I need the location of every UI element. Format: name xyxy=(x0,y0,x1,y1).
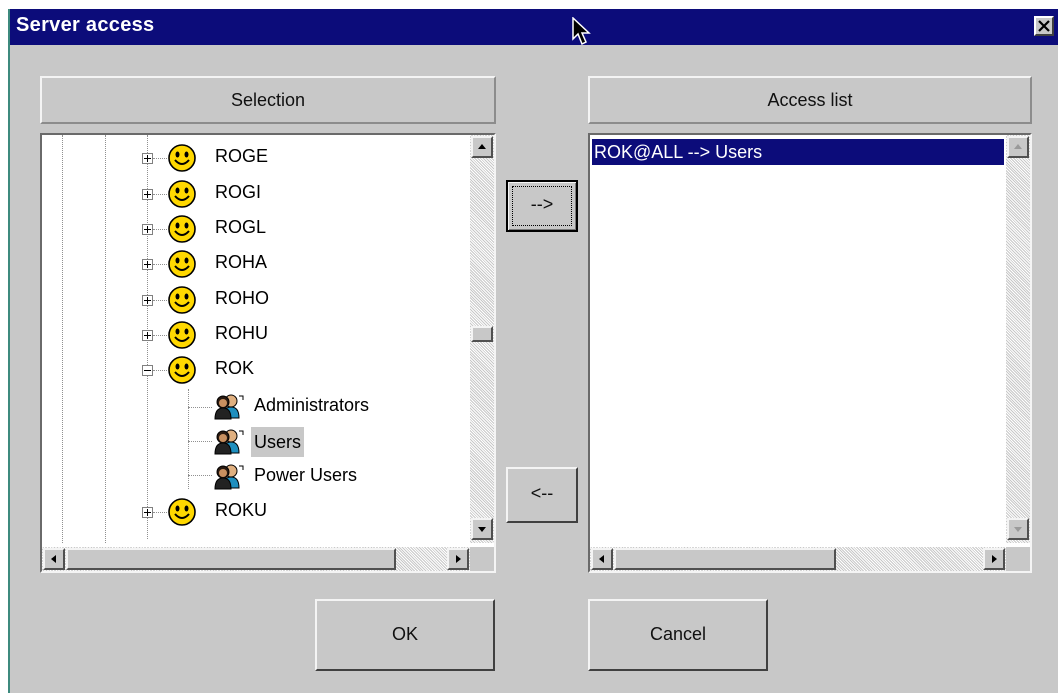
scroll-up-button[interactable] xyxy=(1007,136,1029,158)
tree-item[interactable]: Administrators xyxy=(42,390,462,424)
tree-item[interactable]: ROK xyxy=(42,353,462,387)
server-access-dialog: Server access Selection ROGE ROGI ROGL ROHA… xyxy=(8,9,1058,693)
scroll-down-button[interactable] xyxy=(1007,518,1029,540)
tree-guide-line xyxy=(153,158,167,159)
close-button[interactable] xyxy=(1034,16,1054,36)
window-title: Server access xyxy=(16,14,155,36)
tree-item[interactable]: ROGI xyxy=(42,177,462,211)
scroll-left-button[interactable] xyxy=(43,548,65,570)
cancel-button-label: Cancel xyxy=(649,624,707,644)
remove-button-label: <-- xyxy=(530,483,554,503)
selection-header[interactable]: Selection xyxy=(40,76,496,124)
cancel-button[interactable]: Cancel xyxy=(588,599,768,671)
tree-item[interactable]: Users xyxy=(42,425,462,459)
scroll-right-button[interactable] xyxy=(983,548,1005,570)
mouse-pointer-icon xyxy=(572,16,596,52)
tree-item-label: ROGI xyxy=(215,182,262,202)
tree-item-label: ROHU xyxy=(215,323,268,343)
title-bar[interactable]: Server access xyxy=(10,9,1058,45)
scroll-up-button[interactable] xyxy=(471,136,493,158)
access-vertical-scrollbar[interactable] xyxy=(1006,135,1030,543)
access-list[interactable]: ROK@ALL --> Users xyxy=(588,133,1032,573)
tree-guide-line xyxy=(153,335,167,336)
scroll-thumb[interactable] xyxy=(471,326,493,342)
expand-icon[interactable] xyxy=(142,189,153,200)
tree-guide-line xyxy=(153,370,167,371)
tree-item[interactable]: ROGE xyxy=(42,141,462,175)
tree-item-label: ROGL xyxy=(215,217,267,237)
tree-item-label: Users xyxy=(251,427,305,457)
tree-item[interactable]: ROKU xyxy=(42,495,462,529)
tree-guide-line xyxy=(153,194,167,195)
add-button-label: --> xyxy=(530,194,554,214)
ok-button[interactable]: OK xyxy=(315,599,495,671)
tree-item-label: ROKU xyxy=(215,500,268,520)
tree-guide-line xyxy=(153,512,167,513)
tree-item[interactable]: ROHU xyxy=(42,318,462,352)
horizontal-scroll-thumb[interactable] xyxy=(66,548,396,570)
scroll-left-button[interactable] xyxy=(591,548,613,570)
access-horizontal-scrollbar[interactable] xyxy=(590,547,1006,571)
expand-icon[interactable] xyxy=(142,224,153,235)
ok-button-label: OK xyxy=(391,624,418,644)
tree-item-label: ROHA xyxy=(215,252,268,272)
tree-item-label: ROGE xyxy=(215,146,269,166)
scroll-down-button[interactable] xyxy=(471,518,493,540)
scrollbar-corner xyxy=(470,547,494,571)
tree-item[interactable]: ROGL xyxy=(42,212,462,246)
tree-item-label: ROHO xyxy=(215,288,269,308)
tree-item[interactable]: Power Users xyxy=(42,460,462,494)
selection-horizontal-scrollbar[interactable] xyxy=(42,547,470,571)
selection-header-label: Selection xyxy=(230,90,306,110)
collapse-icon[interactable] xyxy=(142,365,153,376)
expand-icon[interactable] xyxy=(142,153,153,164)
selection-tree[interactable]: ROGE ROGI ROGL ROHA ROHO ROHU ROK Administrator… xyxy=(40,133,496,573)
access-list-header-label: Access list xyxy=(767,90,853,110)
tree-item-label: ROK xyxy=(215,358,255,378)
expand-icon[interactable] xyxy=(142,295,153,306)
tree-item-label: Power Users xyxy=(254,465,358,485)
tree-guide-line xyxy=(153,300,167,301)
tree-item-label: Administrators xyxy=(254,395,370,415)
expand-icon[interactable] xyxy=(142,259,153,270)
tree-item[interactable]: ROHA xyxy=(42,247,462,281)
remove-button[interactable]: <-- xyxy=(506,467,578,523)
access-list-header[interactable]: Access list xyxy=(588,76,1032,124)
access-list-item[interactable]: ROK@ALL --> Users xyxy=(592,139,1004,165)
scroll-right-button[interactable] xyxy=(447,548,469,570)
tree-guide-line xyxy=(153,264,167,265)
selection-vertical-scrollbar[interactable] xyxy=(470,135,494,543)
tree-item[interactable]: ROHO xyxy=(42,283,462,317)
smiley-icon xyxy=(167,497,197,538)
tree-guide-line xyxy=(153,229,167,230)
scrollbar-corner xyxy=(1006,547,1030,571)
expand-icon[interactable] xyxy=(142,330,153,341)
expand-icon[interactable] xyxy=(142,507,153,518)
horizontal-scroll-thumb[interactable] xyxy=(614,548,836,570)
access-list-item-label: ROK@ALL --> Users xyxy=(594,142,763,162)
add-button[interactable]: --> xyxy=(506,180,578,232)
